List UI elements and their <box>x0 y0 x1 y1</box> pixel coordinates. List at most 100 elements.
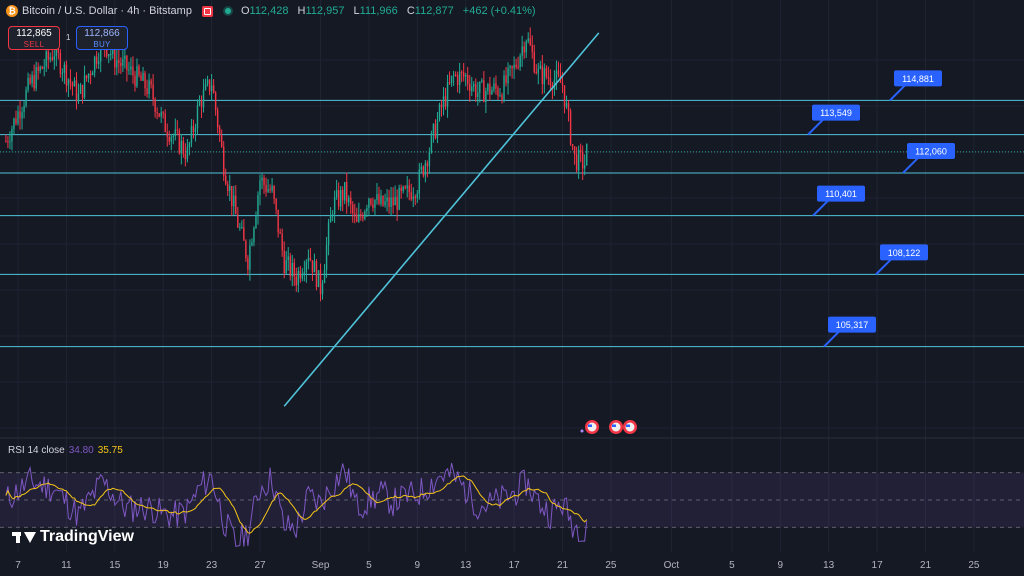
level-label: 108,122 <box>888 248 921 258</box>
event-flags[interactable] <box>580 420 638 434</box>
rsi-value: 34.80 <box>68 445 94 456</box>
bitcoin-icon: ₿ <box>6 5 18 17</box>
candle-body <box>414 196 416 199</box>
candle-body <box>499 95 501 97</box>
x-tick-label: 13 <box>823 560 835 571</box>
candle-body <box>581 152 584 169</box>
candle-body <box>77 93 80 102</box>
candle-body <box>390 197 392 208</box>
symbol-title[interactable]: Bitcoin / U.S. Dollar · 4h · Bitstamp <box>22 5 192 17</box>
candle-body <box>134 75 136 87</box>
candle-body <box>442 96 445 108</box>
candle-body <box>487 84 489 92</box>
candle-body <box>21 112 23 119</box>
candle-body <box>69 79 72 83</box>
candle-body <box>547 76 550 78</box>
x-tick-label: 9 <box>778 560 784 571</box>
buy-button[interactable]: 112,866 BUY <box>76 26 128 50</box>
candle-body <box>273 186 275 199</box>
candle-body <box>233 195 235 207</box>
candle-body <box>327 222 330 246</box>
candle-body <box>394 196 396 206</box>
candle-body <box>319 270 322 295</box>
candle-body <box>396 196 398 210</box>
candle-body <box>255 215 257 228</box>
candle-body <box>507 67 509 84</box>
candle-body <box>513 64 515 69</box>
candle-body <box>63 64 66 73</box>
candle-body <box>97 61 100 64</box>
event-marker-dot <box>580 429 584 433</box>
candle-body <box>265 184 267 192</box>
candle-body <box>325 245 328 270</box>
spread-value: 1 <box>66 33 71 42</box>
level-price-labels[interactable]: 114,881 113,549 112,060 110,401 108,122 105,3… <box>807 70 955 348</box>
candle-body <box>47 51 49 60</box>
candle-body <box>567 103 570 111</box>
candle-body <box>434 124 437 139</box>
change-value: +462 (+0.41%) <box>462 5 536 17</box>
candle-body <box>172 136 174 138</box>
candle-body <box>53 56 56 60</box>
candle-body <box>464 75 467 77</box>
candle-body <box>202 89 205 108</box>
candle-body <box>261 177 263 181</box>
candle-body <box>67 79 70 86</box>
candle-body <box>146 88 148 95</box>
candle-body <box>31 75 33 84</box>
x-tick-label: 19 <box>158 560 170 571</box>
candle-body <box>200 99 203 108</box>
candle-body <box>561 82 564 86</box>
candle-body <box>51 57 53 60</box>
candle-body <box>182 140 185 154</box>
sell-button[interactable]: 112,865 SELL <box>8 26 60 50</box>
candle-body <box>108 54 110 57</box>
candle-body <box>515 64 517 67</box>
candle-body <box>392 197 394 206</box>
trendline[interactable] <box>283 32 600 407</box>
candle-body <box>291 262 293 277</box>
candle-body <box>9 141 11 143</box>
candle-body <box>301 274 304 279</box>
candle-body <box>475 84 477 98</box>
candle-body <box>493 83 495 90</box>
candle-body <box>212 85 215 93</box>
candle-body <box>168 136 170 142</box>
candle-body <box>450 75 453 83</box>
candle-body <box>110 54 112 56</box>
brand-name: TradingView <box>40 528 134 545</box>
candle-body <box>579 149 582 153</box>
candle-body <box>208 79 211 92</box>
candle-body <box>412 196 414 200</box>
candle-body <box>354 213 356 215</box>
candle-body <box>214 92 217 111</box>
candle-body <box>11 128 13 142</box>
candle-body <box>140 75 142 81</box>
candle-body <box>43 66 45 69</box>
candle-body <box>368 198 370 208</box>
support-resistance-levels[interactable] <box>0 99 1024 348</box>
candle-body <box>313 261 316 273</box>
candle-body <box>85 75 88 79</box>
x-tick-label: 15 <box>109 560 121 571</box>
candle-body <box>23 105 25 113</box>
candle-body <box>81 84 84 98</box>
x-tick-label: 11 <box>61 560 72 571</box>
candle-body <box>222 146 225 176</box>
rsi-legend[interactable]: RSI 14 close 34.80 35.75 <box>8 445 123 456</box>
candle-body <box>400 187 402 192</box>
candle-body <box>176 129 179 131</box>
x-tick-label: 7 <box>15 560 21 571</box>
flag-icon[interactable] <box>201 5 213 17</box>
candle-body <box>341 189 344 201</box>
tradingview-logo[interactable]: TradingView <box>12 528 134 546</box>
candle-body <box>481 80 483 82</box>
candle-body <box>337 190 340 207</box>
rsi-label: RSI 14 close <box>8 445 65 456</box>
candle-body <box>448 82 451 84</box>
price-chart[interactable]: 114,881 113,549 112,060 110,401 108,122 105,3… <box>0 0 1024 576</box>
candle-body <box>142 72 144 81</box>
candle-body <box>404 186 406 189</box>
candle-body <box>577 149 580 171</box>
candle-body <box>124 55 126 59</box>
